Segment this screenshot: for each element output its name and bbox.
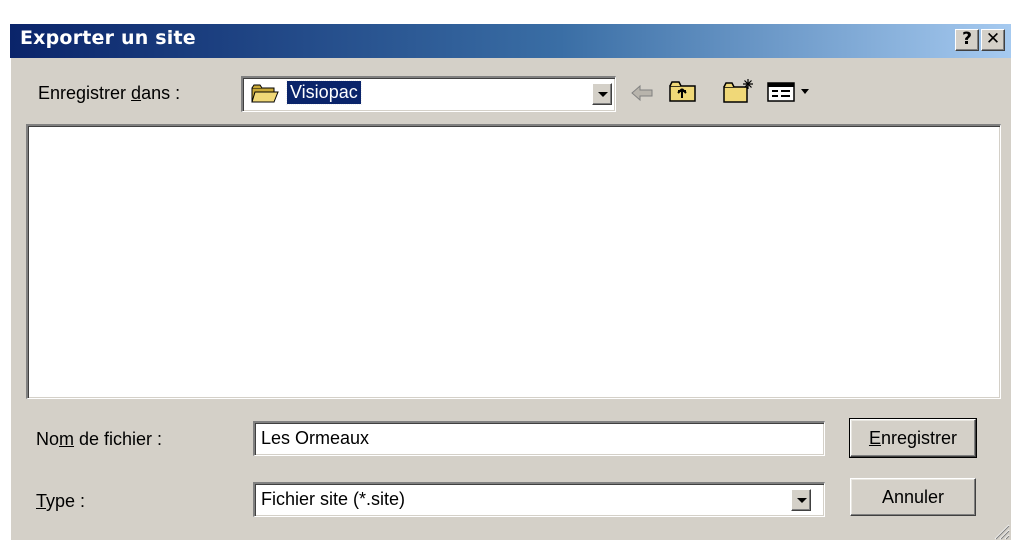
chevron-down-icon (797, 498, 807, 503)
view-menu-icon[interactable] (766, 80, 818, 104)
type-dropdown-button[interactable] (791, 489, 811, 511)
current-folder-name: Visiopac (286, 80, 362, 105)
new-folder-icon[interactable] (722, 77, 756, 105)
filename-input[interactable]: Les Ormeaux (253, 421, 825, 456)
save-in-combobox[interactable]: Visiopac (241, 76, 616, 112)
filename-value: Les Ormeaux (261, 428, 370, 448)
type-label: Type : (36, 491, 86, 511)
folder-icon (251, 84, 279, 103)
up-folder-icon[interactable] (668, 80, 698, 104)
help-button[interactable]: ? (955, 29, 979, 51)
save-button[interactable]: Enregistrer (849, 418, 977, 458)
back-arrow-icon[interactable] (628, 82, 656, 104)
save-in-dropdown-button[interactable] (592, 83, 612, 105)
save-in-label: Enregistrer dans : (38, 83, 181, 103)
type-value: Fichier site (*.site) (261, 489, 406, 509)
filename-label: Nom de fichier : (36, 429, 163, 449)
dialog-title: Exporter un site (20, 27, 196, 49)
close-icon: ✕ (985, 29, 1001, 49)
resize-grip-icon[interactable] (990, 520, 1010, 540)
cancel-button[interactable]: Annuler (850, 478, 976, 516)
chevron-down-icon (598, 92, 608, 97)
close-button[interactable]: ✕ (981, 29, 1005, 51)
file-list-area[interactable] (26, 124, 1001, 399)
type-combobox[interactable]: Fichier site (*.site) (253, 482, 825, 517)
